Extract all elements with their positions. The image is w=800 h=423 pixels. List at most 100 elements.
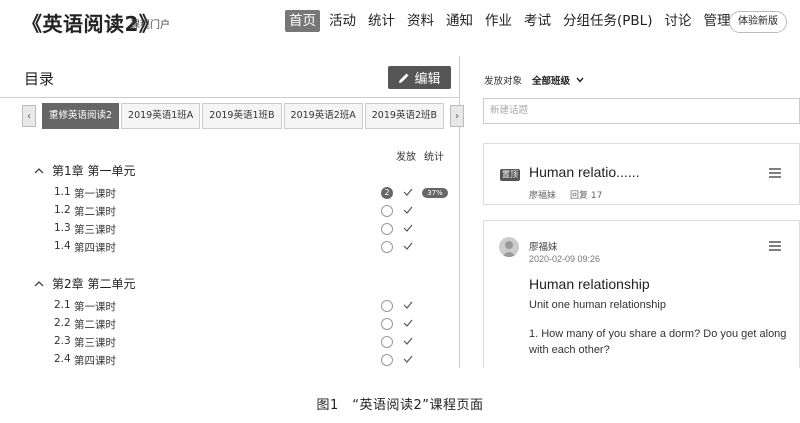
publish-target-value: 全部班级 (532, 76, 571, 87)
top-bar: 《英语阅读2》 课程门户 首页 活动 统计 资料 通知 作业 考试 分组任务(P… (0, 0, 800, 42)
lesson-number: 1.4 (54, 240, 71, 252)
lesson-number: 1.2 (54, 204, 71, 216)
publish-toggle[interactable] (381, 205, 393, 217)
lesson-name: 第三课时 (74, 337, 116, 349)
post-author: 廖福妹 (529, 242, 558, 253)
toc-column-headers: 发放 统计 (396, 148, 444, 163)
post-body: 1. How many of you share a dorm? Do you … (529, 328, 787, 356)
nav-discussion[interactable]: 讨论 (664, 10, 691, 32)
lesson-row[interactable]: 1.3 第三课时 (54, 222, 464, 238)
lesson-row[interactable]: 1.4 第四课时 (54, 240, 464, 256)
hamburger-menu-icon[interactable] (769, 241, 781, 251)
publish-toggle[interactable] (381, 300, 393, 312)
lesson-row[interactable]: 2.2 第二课时 (54, 317, 464, 333)
hamburger-menu-icon[interactable] (769, 168, 781, 178)
post-replies: 回复 17 (570, 191, 603, 201)
publish-toggle[interactable] (381, 354, 393, 366)
post-title[interactable]: Human relatio...... (529, 164, 640, 180)
toc-panel: 目录 编辑 ‹ 重修英语阅读2 2019英语1班A 2019英语1班B 2019… (0, 56, 465, 368)
post-meta: 廖福妹 回复 17 (529, 188, 602, 201)
publish-toggle[interactable] (381, 223, 393, 235)
publish-target-label: 发放对象 (484, 76, 523, 87)
tab-prev-button[interactable]: ‹ (22, 105, 36, 127)
check-icon (403, 224, 413, 232)
pinned-post-card[interactable]: 置顶 Human relatio...... 廖福妹 回复 17 (483, 143, 800, 205)
lesson-row[interactable]: 1.2 第二课时 (54, 204, 464, 220)
lesson-name: 第四课时 (74, 355, 116, 367)
course-portal-link[interactable]: 课程门户 (130, 16, 170, 31)
lesson-row[interactable]: 2.3 第三课时 (54, 335, 464, 351)
lesson-name: 第二课时 (74, 319, 116, 331)
chevron-up-icon (34, 280, 44, 286)
nav-statistics[interactable]: 统计 (368, 10, 395, 32)
lesson-row[interactable]: 1.1 第一课时 2 37% (54, 186, 464, 202)
lesson-name: 第一课时 (74, 188, 116, 200)
class-tabs: ‹ 重修英语阅读2 2019英语1班A 2019英语1班B 2019英语2班A … (22, 103, 465, 129)
lesson-number: 2.2 (54, 317, 71, 329)
lesson-row[interactable]: 2.1 第一课时 (54, 299, 464, 315)
new-topic-input[interactable]: 新建话题 (483, 98, 800, 124)
post-subtitle: Unit one human relationship (529, 299, 666, 311)
edit-button[interactable]: 编辑 (388, 66, 451, 89)
check-icon (403, 188, 413, 196)
nav-homework[interactable]: 作业 (485, 10, 512, 32)
avatar (499, 237, 519, 257)
pencil-icon (399, 73, 409, 83)
nav-home[interactable]: 首页 (285, 10, 320, 32)
col-stats-header: 统计 (424, 152, 444, 163)
chevron-down-icon (576, 77, 584, 83)
main-nav: 首页 活动 统计 资料 通知 作业 考试 分组任务(PBL) 讨论 管理 (285, 8, 742, 34)
chapter-title: 第2章 第二单元 (52, 277, 136, 291)
lesson-name: 第二课时 (74, 206, 116, 218)
tab-class-1b[interactable]: 2019英语1班B (202, 103, 282, 129)
toc-title: 目录 (24, 70, 55, 88)
check-icon (403, 319, 413, 327)
col-publish-header: 发放 (396, 152, 416, 163)
lesson-name: 第三课时 (74, 224, 116, 236)
lesson-name: 第一课时 (74, 301, 116, 313)
publish-toggle[interactable] (381, 336, 393, 348)
check-icon (403, 301, 413, 309)
lesson-number: 2.3 (54, 335, 71, 347)
nav-activities[interactable]: 活动 (329, 10, 356, 32)
publish-count-badge[interactable]: 2 (381, 187, 393, 199)
check-icon (403, 355, 413, 363)
lesson-number: 2.1 (54, 299, 71, 311)
check-icon (403, 206, 413, 214)
tab-class-1a[interactable]: 2019英语1班A (121, 103, 201, 129)
post-title: Human relationship (529, 276, 650, 292)
nav-notices[interactable]: 通知 (446, 10, 473, 32)
chevron-up-icon (34, 167, 44, 173)
publish-toggle[interactable] (381, 318, 393, 330)
lesson-name: 第四课时 (74, 242, 116, 254)
tab-class-2b[interactable]: 2019英语2班B (364, 103, 445, 129)
figure-caption: 图1 “英语阅读2”课程页面 (316, 398, 484, 413)
lesson-row[interactable]: 2.4 第四课时 (54, 353, 464, 369)
tab-class-2a[interactable]: 2019英语2班A (283, 103, 363, 129)
progress-percent-badge: 37% (422, 188, 448, 198)
tab-retake-class[interactable]: 重修英语阅读2 (42, 103, 120, 129)
discussion-panel: 发放对象 全部班级 新建话题 置顶 Human relatio...... 廖福… (460, 56, 800, 368)
chapter-1-header[interactable]: 第1章 第一单元 (34, 162, 135, 179)
publish-target-row: 发放对象 全部班级 (484, 73, 584, 87)
post-author: 廖福妹 (529, 191, 557, 201)
nav-exams[interactable]: 考试 (524, 10, 551, 32)
check-icon (403, 337, 413, 345)
edit-button-label: 编辑 (414, 72, 441, 87)
publish-toggle[interactable] (381, 241, 393, 253)
post-card[interactable]: 廖福妹 2020-02-09 09:26 Human relationship … (483, 220, 800, 368)
nav-materials[interactable]: 资料 (407, 10, 434, 32)
try-new-version-button[interactable]: 体验新版 (729, 11, 787, 33)
nav-manage[interactable]: 管理 (703, 10, 730, 32)
lesson-number: 2.4 (54, 353, 71, 365)
post-date: 2020-02-09 09:26 (529, 254, 601, 264)
chapter-title: 第1章 第一单元 (52, 164, 136, 178)
toc-header: 目录 编辑 (0, 56, 460, 98)
check-icon (403, 242, 413, 250)
lesson-number: 1.3 (54, 222, 71, 234)
pinned-badge: 置顶 (500, 169, 520, 181)
lesson-number: 1.1 (54, 186, 71, 198)
publish-target-select[interactable]: 全部班级 (532, 73, 584, 87)
nav-group-tasks[interactable]: 分组任务(PBL) (563, 10, 652, 32)
chapter-2-header[interactable]: 第2章 第二单元 (34, 275, 135, 292)
